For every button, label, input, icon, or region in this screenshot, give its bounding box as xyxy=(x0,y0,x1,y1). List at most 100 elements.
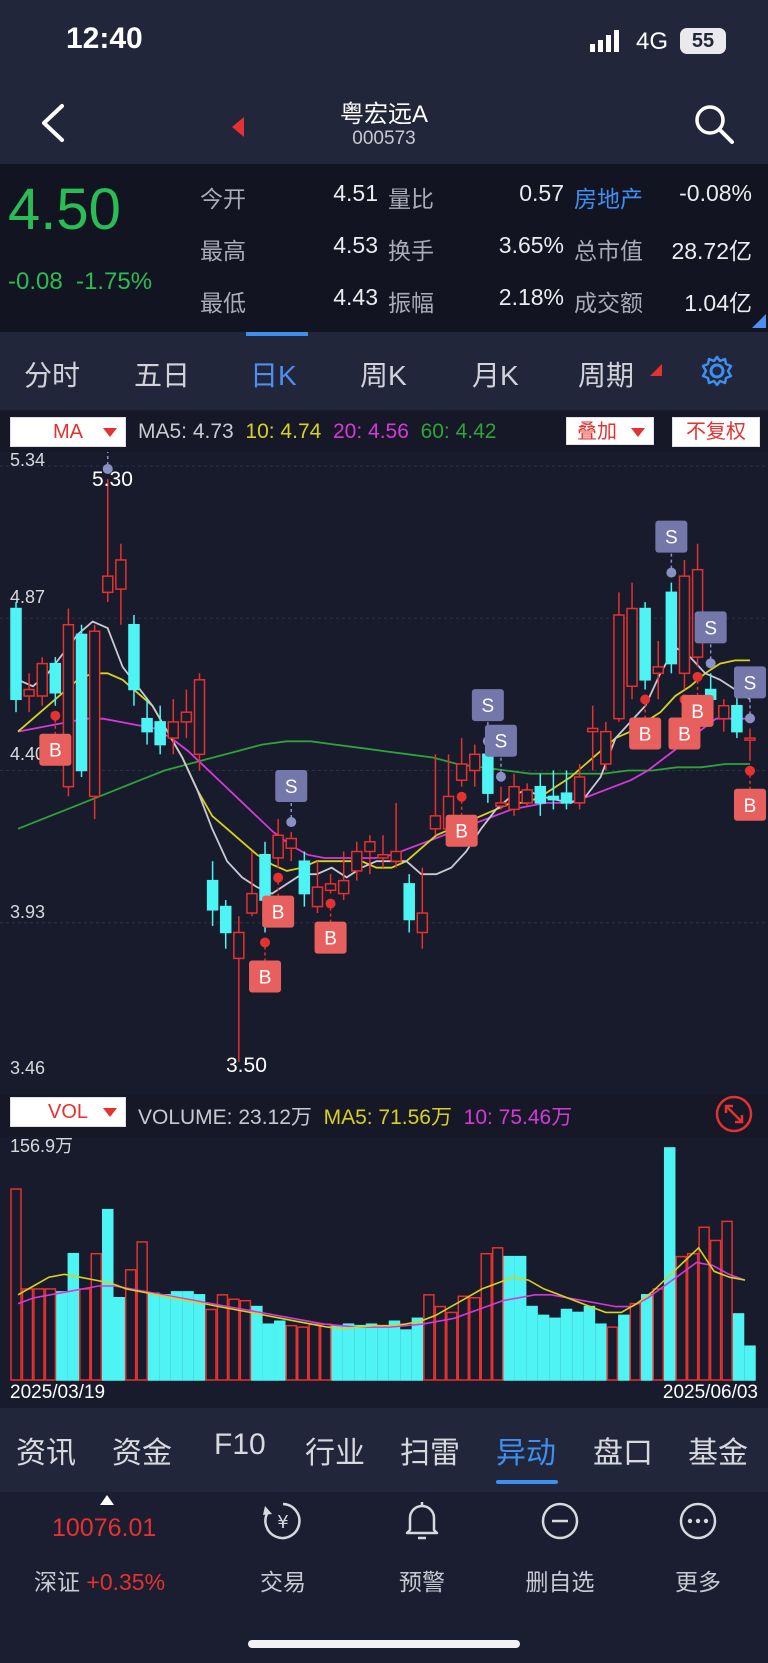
volume-bar-47 xyxy=(549,1317,561,1381)
signal-dot-14 xyxy=(745,713,755,724)
signal-dot-10 xyxy=(666,567,677,578)
signal-dot-8 xyxy=(495,771,506,782)
prev-stock-arrow-icon[interactable] xyxy=(232,117,244,137)
candle-body-56 xyxy=(744,737,756,741)
corner-expand-icon[interactable] xyxy=(752,314,766,328)
quote-label-r0c2: 量比 xyxy=(388,186,434,212)
candle-body-12 xyxy=(167,721,180,739)
nav-alert-label[interactable]: 预警 xyxy=(382,1563,462,1597)
signal-label-5: B xyxy=(324,929,337,950)
y-axis-label-0: 5.34 xyxy=(10,452,45,470)
tab-daily-k[interactable]: 日K xyxy=(250,354,297,394)
tab-industry[interactable]: 行业 xyxy=(305,1428,365,1472)
signal-dot-5 xyxy=(325,898,336,909)
tab-f10[interactable]: F10 xyxy=(214,1428,266,1462)
tab-fund[interactable]: 基金 xyxy=(688,1428,748,1472)
candle-0 xyxy=(10,602,22,713)
period-dropdown-icon xyxy=(650,364,662,376)
trade-icon[interactable]: ¥ xyxy=(262,1500,304,1542)
quote-value-r0c1: 4.51 xyxy=(333,180,378,206)
active-info-tab-indicator xyxy=(496,1480,558,1484)
adjust-button[interactable]: 不复权 xyxy=(672,417,760,447)
index-value[interactable]: 10076.01 xyxy=(52,1514,156,1543)
kline-chart[interactable]: 5.344.874.403.933.465.303.50BSBBSBBSSBSB… xyxy=(0,452,768,1408)
stock-code: 000573 xyxy=(352,128,416,149)
signal-dot-15 xyxy=(745,765,755,776)
nav-more-label[interactable]: 更多 xyxy=(658,1563,738,1597)
overlay-select[interactable]: 叠加 xyxy=(566,417,654,445)
quote-label-r1c2: 换手 xyxy=(388,238,434,264)
signal-dot-9 xyxy=(640,694,651,705)
signal-label-9: B xyxy=(639,725,652,746)
tab-weekly-k[interactable]: 周K xyxy=(360,354,407,394)
alert-bell-icon[interactable] xyxy=(402,1500,442,1542)
candle-51 xyxy=(678,559,691,690)
quote-label-r0c4[interactable]: 房地产 xyxy=(574,180,660,214)
candle-body-55 xyxy=(731,704,743,733)
candle-body-14 xyxy=(193,679,206,756)
status-time: 12:40 xyxy=(66,22,143,55)
candle-5 xyxy=(75,624,88,777)
signal-label-13: S xyxy=(704,618,717,639)
remove-watchlist-icon[interactable] xyxy=(539,1500,581,1542)
candle-body-9 xyxy=(128,623,140,691)
candle-body-29 xyxy=(390,850,402,862)
volume-indicator-select[interactable]: VOL xyxy=(10,1097,126,1127)
candle-body-30 xyxy=(403,883,415,921)
indicator-dropdown-icon xyxy=(103,428,117,437)
ma-legend: MA5: 4.73 10: 4.74 20: 4.56 60: 4.42 xyxy=(138,420,496,444)
volume-bar-57 xyxy=(663,1147,676,1381)
quote-value-r2c3: 2.18% xyxy=(498,284,564,310)
date-end-label: 2025/06/03 xyxy=(663,1382,758,1403)
candle-body-15 xyxy=(206,879,219,911)
candle-body-18 xyxy=(246,892,258,914)
quote-value-r1c5: 28.72亿 xyxy=(671,238,752,264)
collapse-up-icon[interactable] xyxy=(100,1495,114,1505)
candle-body-54 xyxy=(718,704,730,720)
tab-risk-scan[interactable]: 扫雷 xyxy=(400,1428,460,1472)
candle-body-44 xyxy=(586,727,599,733)
tab-order-book[interactable]: 盘口 xyxy=(593,1428,653,1472)
settings-gear-icon[interactable] xyxy=(700,354,734,388)
tab-news[interactable]: 资讯 xyxy=(16,1428,76,1472)
overlay-dropdown-icon xyxy=(631,428,645,437)
candle-body-16 xyxy=(219,905,232,934)
more-icon[interactable] xyxy=(677,1500,719,1542)
battery-icon: 55 xyxy=(680,28,726,54)
tab-period[interactable]: 周期 xyxy=(578,354,634,394)
candle-body-31 xyxy=(416,912,429,934)
candle-48 xyxy=(639,602,651,690)
candle-body-7 xyxy=(102,575,114,594)
volume-bar-49 xyxy=(572,1311,584,1381)
search-icon[interactable] xyxy=(692,102,736,146)
nav-trade-label[interactable]: 交易 xyxy=(243,1563,323,1597)
signal-label-12: B xyxy=(691,702,704,723)
index-summary[interactable]: 深证 +0.35% xyxy=(34,1563,165,1597)
tab-intraday[interactable]: 分时 xyxy=(24,354,80,394)
volume-bar-46 xyxy=(537,1314,550,1381)
candle-4 xyxy=(62,608,75,797)
index-change: +0.35% xyxy=(86,1569,166,1595)
signal-dot-13 xyxy=(705,658,716,669)
candle-body-45 xyxy=(600,730,612,765)
quote-value-r1c3: 3.65% xyxy=(498,232,564,258)
fullscreen-icon[interactable] xyxy=(714,1094,754,1134)
volume-indicator-label: VOL xyxy=(47,1101,89,1123)
quote-value-r1c1: 4.53 xyxy=(333,232,378,258)
nav-remove-label[interactable]: 删自选 xyxy=(510,1563,610,1597)
tab-movement[interactable]: 异动 xyxy=(496,1428,556,1472)
candle-body-25 xyxy=(337,879,350,895)
signal-label-15: B xyxy=(744,796,757,817)
indicator-select[interactable]: MA xyxy=(10,417,126,447)
volume-bar-12 xyxy=(147,1292,160,1381)
volume-bar-29 xyxy=(342,1323,355,1381)
volume-bar-9 xyxy=(113,1297,125,1381)
volume-bar-53 xyxy=(618,1314,630,1381)
svg-text:¥: ¥ xyxy=(277,1512,288,1533)
volume-bar-23 xyxy=(274,1320,286,1381)
ma60-value: 60: 4.42 xyxy=(420,420,497,443)
quote-label-r2c4: 成交额 xyxy=(574,290,643,316)
tab-funds-flow[interactable]: 资金 xyxy=(112,1428,172,1472)
tab-five-day[interactable]: 五日 xyxy=(134,354,190,394)
tab-monthly-k[interactable]: 月K xyxy=(472,354,519,394)
